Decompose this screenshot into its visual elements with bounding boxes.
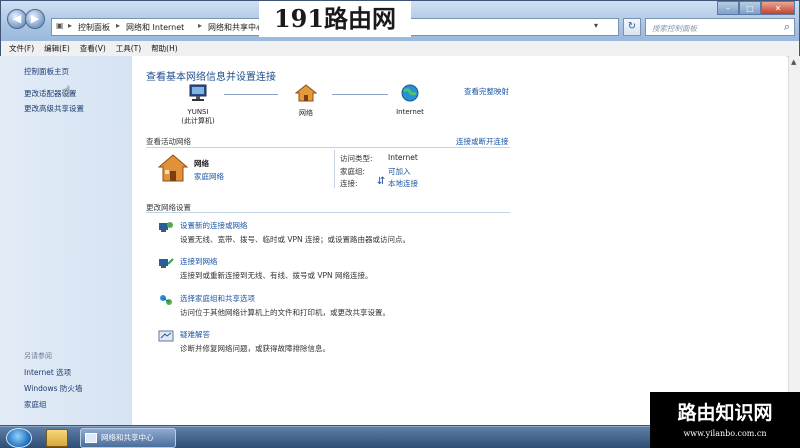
access-type-label: 访问类型:	[340, 154, 373, 163]
active-network-type-link[interactable]: 家庭网络	[194, 171, 224, 182]
maximize-button[interactable]: □	[739, 1, 761, 15]
access-type-value: Internet	[388, 153, 418, 162]
home-network-icon	[158, 154, 188, 182]
breadcrumb-chevron-icon[interactable]: ▸	[198, 21, 202, 30]
troubleshoot-icon	[158, 330, 174, 342]
task-setup-new-connection[interactable]: 设置新的连接或网络	[180, 220, 248, 231]
map-computer[interactable]: YUNSI (此计算机)	[178, 84, 218, 126]
connect-network-icon	[159, 258, 174, 268]
view-full-map-link[interactable]: 查看完整映射	[464, 86, 509, 97]
sidebar-change-advanced-sharing[interactable]: 更改高级共享设置	[24, 103, 84, 114]
task-homegroup-sharing[interactable]: 选择家庭组和共享选项	[180, 293, 255, 304]
menu-view[interactable]: 查看(V)	[80, 41, 106, 56]
task-troubleshoot-desc: 诊断并修复网络问题，或获得故障排除信息。	[180, 344, 330, 353]
search-box[interactable]: 搜索控制面板 ⌕	[645, 18, 795, 36]
active-network-name: 网络	[194, 159, 209, 168]
map-internet[interactable]: Internet	[390, 84, 430, 116]
vertical-divider	[334, 150, 335, 188]
breadcrumb-chevron-icon[interactable]: ▸	[116, 21, 120, 30]
vertical-scrollbar[interactable]: ▲	[788, 56, 800, 425]
taskbar-network-sharing-center[interactable]: 网络和共享中心	[80, 428, 176, 448]
sidebar: 控制面板主页 更改适配器设置 更改高级共享设置 ☝ 另请参阅 Internet …	[0, 56, 132, 425]
active-networks-title: 查看活动网络	[146, 137, 191, 146]
local-connection-link[interactable]: 本地连接	[388, 178, 418, 189]
menu-bar: 文件(F) 编辑(E) 查看(V) 工具(T) 帮助(H)	[1, 41, 799, 57]
search-placeholder: 搜索控制面板	[652, 24, 697, 33]
watermark-191: 191路由网	[259, 1, 411, 37]
watermark-url: www.yilanbo.com.cn	[683, 429, 767, 438]
connection-label: 连接:	[340, 179, 358, 188]
internet-label: Internet	[396, 108, 424, 116]
watermark-title: 路由知识网	[677, 402, 773, 424]
address-dropdown-icon[interactable]: ▾	[594, 21, 598, 30]
menu-edit[interactable]: 编辑(E)	[44, 41, 70, 56]
computer-icon	[189, 84, 207, 101]
see-also-title: 另请参阅	[24, 352, 52, 360]
breadcrumb-chevron-icon[interactable]: ▸	[68, 21, 72, 30]
home-network-icon	[295, 84, 317, 102]
breadcrumb-control-panel[interactable]: 控制面板	[78, 22, 110, 33]
homegroup-sharing-icon	[160, 295, 172, 305]
page-title: 查看基本网络信息并设置连接	[146, 72, 276, 83]
close-button[interactable]: ✕	[761, 1, 795, 15]
map-network[interactable]: 网络	[286, 84, 326, 118]
explorer-taskbar-icon[interactable]	[46, 429, 68, 447]
task-connect-to-network-desc: 连接到或重新连接到无线、有线、拨号或 VPN 网络连接。	[180, 271, 373, 280]
watermark-yilanbo: 路由知识网 www.yilanbo.com.cn	[650, 392, 800, 448]
refresh-button[interactable]: ↻	[623, 18, 641, 36]
minimize-button[interactable]: –	[717, 1, 739, 15]
back-arrow-icon: ◀	[12, 12, 22, 25]
task-setup-new-connection-desc: 设置无线、宽带、拨号、临时或 VPN 连接；或设置路由器或访问点。	[180, 235, 411, 244]
start-button[interactable]	[6, 428, 32, 448]
network-label: 网络	[299, 109, 313, 117]
computer-sub: (此计算机)	[181, 117, 215, 125]
section-divider	[146, 147, 510, 148]
sidebar-windows-firewall[interactable]: Windows 防火墙	[24, 383, 82, 394]
taskbar-task-label: 网络和共享中心	[101, 433, 154, 442]
mouse-cursor-icon: ☝	[62, 84, 71, 100]
task-connect-to-network[interactable]: 连接到网络	[180, 256, 218, 267]
task-homegroup-sharing-desc: 访问位于其他网络计算机上的文件和打印机，或更改共享设置。	[180, 308, 390, 317]
ethernet-icon: ⇵	[377, 176, 386, 187]
task-troubleshoot[interactable]: 疑难解答	[180, 329, 210, 340]
connect-disconnect-link[interactable]: 连接或断开连接	[456, 136, 509, 147]
forward-arrow-icon: ▶	[30, 12, 40, 25]
map-link-line	[332, 94, 388, 95]
network-center-small-icon	[85, 433, 97, 443]
forward-button[interactable]: ▶	[25, 9, 45, 29]
sidebar-control-panel-home[interactable]: 控制面板主页	[24, 66, 69, 77]
refresh-icon: ↻	[627, 21, 637, 32]
section-divider	[146, 212, 510, 213]
back-button[interactable]: ◀	[7, 9, 27, 29]
menu-tools[interactable]: 工具(T)	[116, 41, 141, 56]
breadcrumb-network-internet[interactable]: 网络和 Internet	[126, 22, 184, 33]
search-icon[interactable]: ⌕	[784, 20, 790, 34]
sidebar-homegroup[interactable]: 家庭组	[24, 399, 47, 410]
homegroup-label: 家庭组:	[340, 167, 366, 176]
window-controls: – □ ✕	[717, 1, 795, 15]
breadcrumb-network-sharing-center[interactable]: 网络和共享中心	[208, 22, 264, 33]
menu-file[interactable]: 文件(F)	[9, 41, 34, 56]
computer-name: YUNSI	[187, 108, 209, 116]
new-connection-icon	[159, 222, 173, 232]
control-panel-small-icon: ▣	[56, 21, 64, 30]
homegroup-join-link[interactable]: 可加入	[388, 166, 411, 177]
scroll-up-icon[interactable]: ▲	[791, 58, 796, 66]
sidebar-internet-options[interactable]: Internet 选项	[24, 367, 71, 378]
menu-help[interactable]: 帮助(H)	[151, 41, 178, 56]
map-link-line	[224, 94, 278, 95]
globe-icon	[401, 84, 419, 102]
